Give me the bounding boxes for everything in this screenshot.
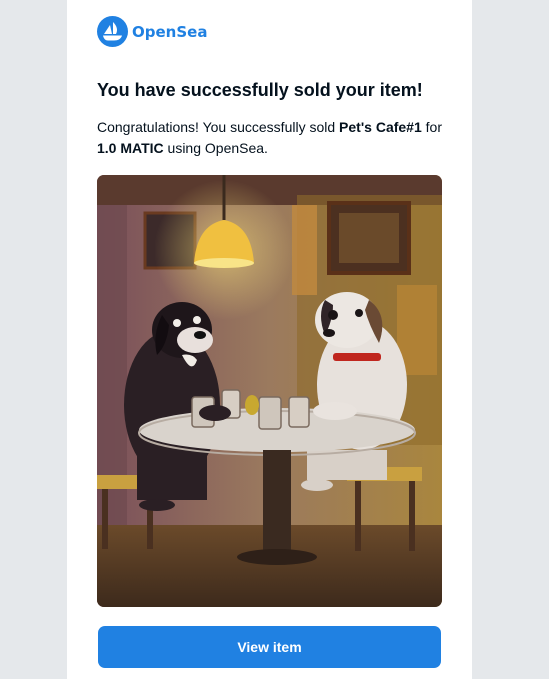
opensea-wordmark: OpenSea <box>132 22 208 41</box>
sale-price: 1.0 MATIC <box>97 140 164 156</box>
item-artwork <box>97 175 442 607</box>
opensea-logo[interactable]: OpenSea <box>97 16 207 47</box>
opensea-ship-icon <box>97 16 128 47</box>
item-name: Pet's Cafe#1 <box>339 119 422 135</box>
message-middle: for <box>421 119 442 135</box>
sale-message: Congratulations! You successfully sold P… <box>97 117 447 159</box>
page-title: You have successfully sold your item! <box>97 80 423 100</box>
view-item-button[interactable]: View item <box>98 626 441 668</box>
email-card: OpenSea You have successfully sold your … <box>67 0 472 679</box>
message-prefix: Congratulations! You successfully sold <box>97 119 340 135</box>
message-suffix: using OpenSea. <box>163 140 268 156</box>
item-image[interactable] <box>97 175 442 607</box>
